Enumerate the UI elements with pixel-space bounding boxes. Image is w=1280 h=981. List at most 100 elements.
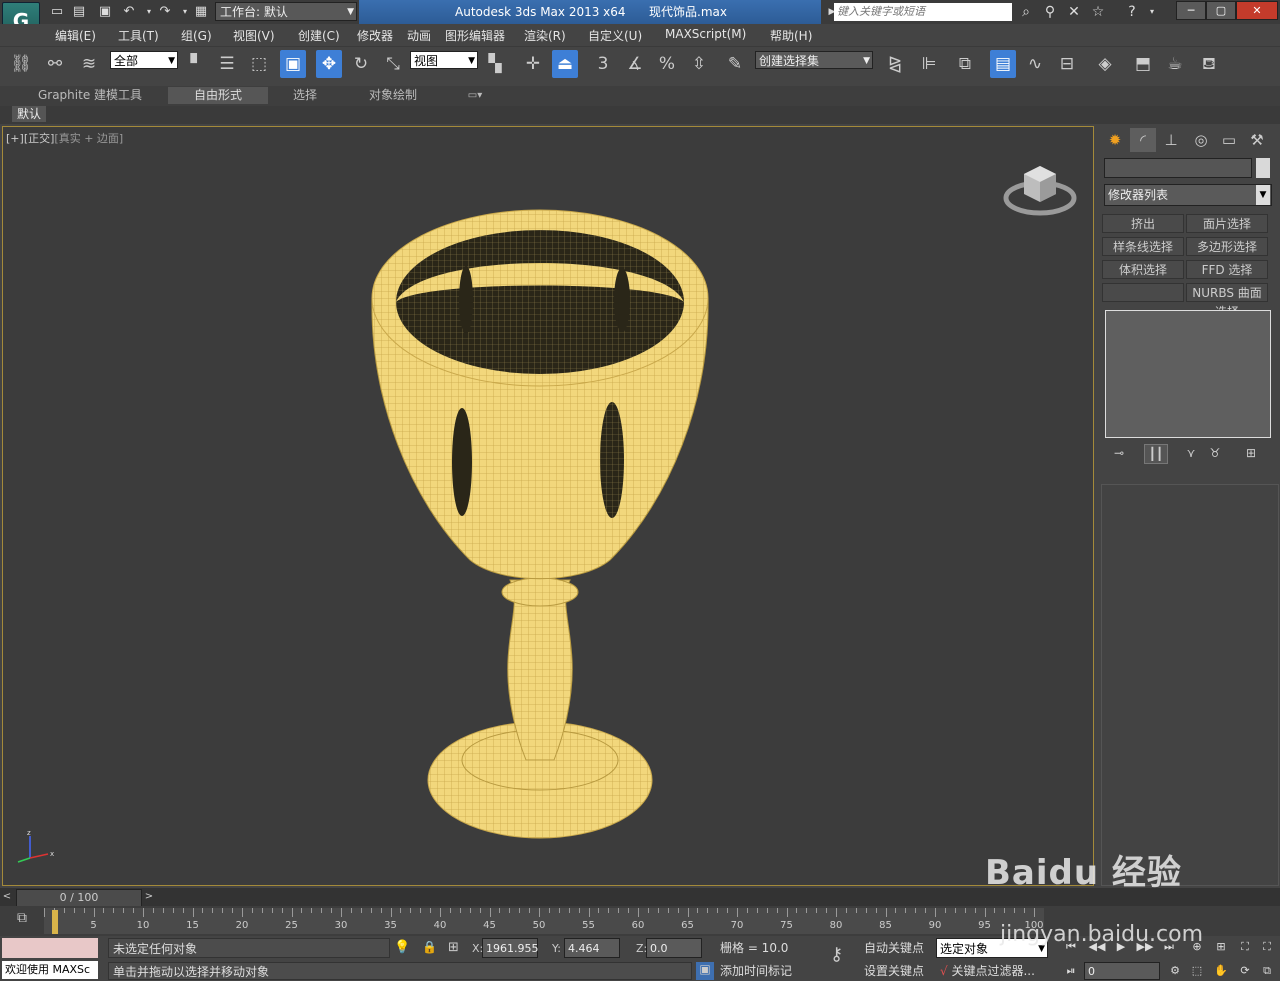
absolute-mode-icon[interactable]: ⊞ — [448, 940, 459, 955]
isolate-bulb-icon[interactable]: 💡 — [394, 940, 410, 955]
menu-customize[interactable]: 自定义(U) — [588, 27, 642, 44]
schematic-view-icon[interactable]: ⊟ — [1054, 50, 1080, 78]
angle-snap-icon[interactable]: ∡ — [622, 50, 648, 78]
volume-select-button[interactable]: 体积选择 — [1102, 260, 1184, 279]
add-time-tag[interactable]: 添加时间标记 — [720, 962, 792, 979]
menu-modifiers[interactable]: 修改器 — [357, 27, 393, 44]
keyboard-shortcut-override-icon[interactable]: ⏏ — [552, 50, 578, 78]
workspace-dropdown[interactable]: 工作台: 默认 ▼ — [215, 2, 357, 21]
empty-modifier-button[interactable] — [1102, 283, 1184, 302]
maximize-button[interactable]: ▢ — [1206, 1, 1236, 20]
zoom-extents-all-icon[interactable]: ⛶ — [1258, 938, 1276, 956]
current-frame-marker[interactable] — [52, 910, 58, 934]
show-end-result-icon[interactable]: ┃┃ — [1144, 444, 1168, 464]
tab-selection[interactable]: 选择 — [280, 87, 330, 104]
rect-selection-region-icon[interactable]: ⬚ — [246, 50, 272, 78]
z-coordinate-field[interactable]: 0.0 — [646, 938, 702, 958]
y-coordinate-field[interactable]: 4.464 — [564, 938, 620, 958]
next-frame-arrow-icon[interactable]: > — [142, 889, 156, 905]
communication-icon[interactable]: ✕ — [1064, 3, 1084, 21]
nurbs-surface-select-button[interactable]: NURBS 曲面选择 — [1186, 283, 1268, 319]
maxscript-listener[interactable] — [2, 938, 98, 958]
tab-freeform[interactable]: 自由形式 — [168, 87, 268, 104]
render-setup-icon[interactable]: ⬒ — [1130, 50, 1156, 78]
tab-graphite[interactable]: Graphite 建模工具 — [30, 87, 150, 104]
open-file-icon[interactable]: ▤ — [70, 3, 88, 21]
help-dropdown-icon[interactable]: ▾ — [1142, 3, 1162, 21]
menu-group[interactable]: 组(G) — [181, 27, 212, 44]
time-slider-thumb[interactable]: 0 / 100 — [16, 889, 142, 907]
unlink-icon[interactable]: ⚯ — [42, 50, 68, 78]
viewport-menu-plus[interactable]: [+] — [6, 132, 24, 145]
menu-graph-editors[interactable]: 图形编辑器 — [445, 27, 505, 44]
zoom-all-icon[interactable]: ⊞ — [1212, 938, 1230, 956]
maximize-viewport-icon[interactable]: ⧉ — [1258, 962, 1276, 980]
select-manipulate-icon[interactable]: ✛ — [520, 50, 546, 78]
reference-coord-dropdown[interactable]: 视图 ▼ — [410, 51, 478, 69]
help-icon[interactable]: ? — [1122, 3, 1142, 21]
auto-key-button[interactable]: 自动关键点 — [864, 938, 932, 958]
pivot-center-icon[interactable]: ▚ — [482, 50, 508, 78]
selection-lock-icon[interactable]: 🔒 — [422, 940, 437, 954]
track-ruler[interactable]: 5 10 15 20 25 30 35 40 45 50 55 60 65 70 75 80 85 90 95 100 — [44, 908, 1044, 934]
bind-space-warp-icon[interactable]: ≋ — [76, 50, 102, 78]
prev-frame-arrow-icon[interactable]: < — [0, 889, 14, 905]
named-selection-dropdown[interactable]: 创建选择集 ▼ — [755, 51, 873, 69]
object-name-field[interactable] — [1104, 158, 1252, 178]
welcome-text[interactable]: 欢迎使用 MAXSc — [2, 961, 98, 979]
select-object-icon[interactable]: ▘ — [184, 50, 210, 78]
tab-object-paint[interactable]: 对象绘制 — [360, 87, 426, 104]
pan-icon[interactable]: ✋ — [1212, 962, 1230, 980]
menu-maxscript[interactable]: MAXScript(M) — [665, 27, 746, 41]
key-mode-icon[interactable]: ⏯ — [1062, 962, 1080, 980]
menu-animation[interactable]: 动画 — [407, 27, 431, 44]
hold-icon[interactable]: ▦ — [192, 3, 210, 21]
select-move-icon[interactable]: ✥ — [316, 50, 342, 78]
object-color-swatch[interactable] — [1256, 158, 1270, 178]
percent-snap-icon[interactable]: % — [654, 50, 680, 78]
menu-rendering[interactable]: 渲染(R) — [524, 27, 566, 44]
select-link-icon[interactable]: ⛓ — [8, 50, 34, 78]
goblet-model[interactable] — [360, 200, 720, 850]
orbit-icon[interactable]: ⟳ — [1236, 962, 1254, 980]
time-config-icon[interactable]: ⚙ — [1166, 962, 1184, 980]
select-rotate-icon[interactable]: ↻ — [348, 50, 374, 78]
pin-stack-icon[interactable]: ⊸ — [1108, 444, 1130, 462]
tab-default[interactable]: 默认 — [12, 106, 46, 122]
remove-modifier-icon[interactable]: ♉ — [1204, 444, 1226, 462]
window-crossing-icon[interactable]: ▣ — [280, 50, 306, 78]
close-button[interactable]: ✕ — [1236, 1, 1278, 20]
modifier-stack[interactable] — [1105, 310, 1271, 438]
minimize-button[interactable]: ─ — [1176, 1, 1206, 20]
menu-views[interactable]: 视图(V) — [233, 27, 275, 44]
patch-select-button[interactable]: 面片选择 — [1186, 214, 1268, 233]
binoculars-icon[interactable]: ⌕ — [1016, 3, 1036, 21]
modify-tab-icon[interactable]: ◜ — [1130, 128, 1156, 152]
viewcube-icon[interactable] — [1000, 156, 1080, 220]
menu-create[interactable]: 创建(C) — [298, 27, 340, 44]
search-input[interactable]: 键入关键字或短语 — [834, 3, 1012, 21]
create-tab-icon[interactable]: ✹ — [1102, 128, 1128, 152]
modifier-list-dropdown[interactable]: 修改器列表 ▼ — [1104, 184, 1272, 206]
graphite-toggle-icon[interactable]: ▤ — [990, 50, 1016, 78]
configure-sets-icon[interactable]: ⊞ — [1240, 444, 1262, 462]
spline-select-button[interactable]: 样条线选择 — [1102, 237, 1184, 256]
ffd-select-button[interactable]: FFD 选择 — [1186, 260, 1268, 279]
menu-tools[interactable]: 工具(T) — [118, 27, 159, 44]
redo-icon[interactable]: ↷ — [156, 3, 174, 21]
time-tag-icon[interactable]: ▣ — [696, 962, 714, 980]
x-coordinate-field[interactable]: 1961.955 — [482, 938, 539, 958]
select-by-name-icon[interactable]: ☰ — [214, 50, 240, 78]
set-key-button[interactable]: 设置关键点 — [864, 962, 932, 980]
current-frame-field[interactable]: 0 — [1084, 962, 1160, 980]
rendered-frame-icon[interactable]: ☕ — [1162, 50, 1188, 78]
viewport-view-label[interactable]: [正交] — [24, 132, 55, 145]
viewport-shading-label[interactable]: [真实 + 边面] — [54, 132, 123, 145]
mirror-icon[interactable]: ⧎ — [882, 50, 908, 78]
subscription-icon[interactable]: ⚲ — [1040, 3, 1060, 21]
extrude-button[interactable]: 挤出 — [1102, 214, 1184, 233]
select-scale-icon[interactable]: ⤡ — [380, 50, 406, 78]
new-file-icon[interactable]: ▭ — [48, 3, 66, 21]
zoom-extents-icon[interactable]: ⛶ — [1236, 938, 1254, 956]
curve-editor-icon[interactable]: ∿ — [1022, 50, 1048, 78]
